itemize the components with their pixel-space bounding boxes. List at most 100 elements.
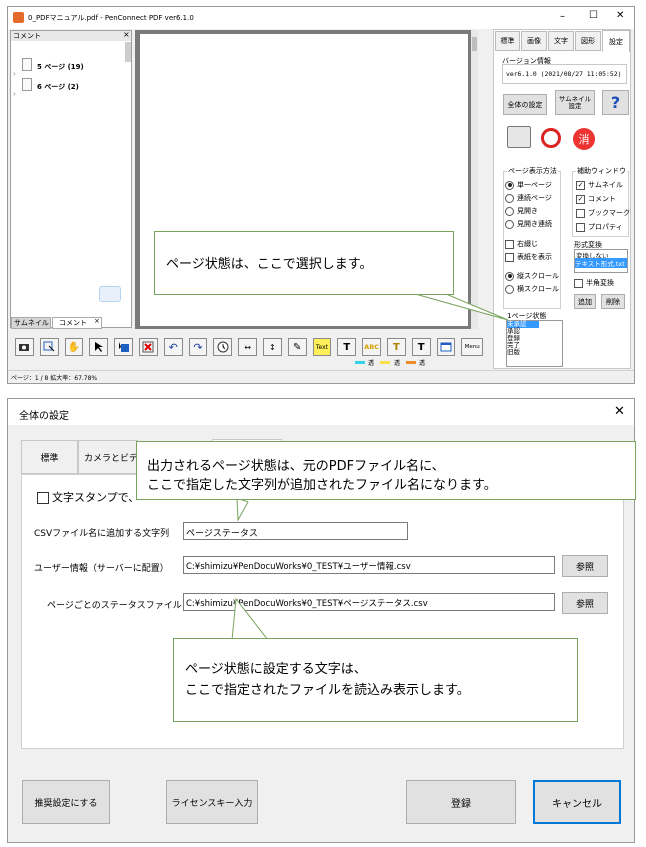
radio-icon <box>505 219 514 229</box>
tab-image[interactable]: 画像 <box>521 31 547 51</box>
csv-suffix-value: ページステータス <box>186 529 258 539</box>
pen-label: 透 <box>394 360 401 367</box>
chat-bubble-icon <box>99 286 121 302</box>
tab-standard[interactable]: 標準 <box>495 31 520 51</box>
stamp-checkbox[interactable]: 文字スタンプで、ー <box>37 489 150 505</box>
help-button[interactable]: ? <box>602 90 629 115</box>
vertical-scrollbar[interactable] <box>471 30 478 329</box>
radio-vertical-scroll[interactable]: 縦スクロール <box>505 271 559 281</box>
checkbox-icon <box>505 252 514 262</box>
status-file-callout-line2: ここで指定されたファイルを読込み表示します。 <box>185 683 470 698</box>
add-button[interactable]: 追加 <box>574 294 596 309</box>
status-file-callout-line1: ページ状態に設定する文字は、 <box>185 662 367 677</box>
check-show-cover[interactable]: 表紙を表示 <box>505 252 552 262</box>
comment-scrollbar[interactable] <box>125 42 131 62</box>
title-bar: 0_PDFマニュアル.pdf - PenConnect PDF ver6.1.0… <box>8 7 634 29</box>
comment-item-label: 5 ページ (19) <box>37 63 84 71</box>
radio-icon <box>505 180 514 190</box>
seal-icon[interactable]: 消 <box>573 128 595 150</box>
check-right-binding[interactable]: 右綴じ <box>505 239 538 249</box>
cancel-button[interactable]: キャンセル <box>533 780 621 824</box>
tab-camera-video[interactable]: カメラとビデオ <box>78 440 138 474</box>
maximize-button[interactable]: ☐ <box>589 10 598 21</box>
csv-suffix-label: CSVファイル名に追加する文字列 <box>34 529 170 539</box>
move-icon[interactable] <box>114 338 133 356</box>
select-area-glyph <box>43 341 55 352</box>
page-display-title: ページ表示方法 <box>507 166 558 176</box>
status-file-value: C:¥shimizu¥PenDocuWorks¥0_TEST¥ページステータス.… <box>186 599 428 609</box>
window-icon[interactable] <box>436 338 456 356</box>
tab-text[interactable]: 文字 <box>548 31 574 51</box>
scroll-thumb[interactable] <box>472 37 477 51</box>
app-icon <box>13 12 24 23</box>
check-thumbnail[interactable]: ✓ サムネイル <box>576 180 623 190</box>
tab-shape[interactable]: 図形 <box>575 31 601 51</box>
text-button[interactable]: Text <box>312 338 332 356</box>
delete-button[interactable]: 削除 <box>601 294 625 309</box>
close-button[interactable]: ✕ <box>616 10 624 21</box>
comment-list-item[interactable]: › 6 ページ (2) <box>13 78 79 100</box>
user-info-value: C:¥shimizu¥PenDocuWorks¥0_TEST¥ユーザー情報.cs… <box>186 562 411 572</box>
delete-icon[interactable] <box>138 338 158 356</box>
highlighter-icon[interactable]: ✎ <box>287 338 307 356</box>
radio-icon <box>505 284 514 294</box>
expand-icon[interactable]: › <box>13 90 16 98</box>
radio-spread-continuous[interactable]: 見開き連続 <box>505 219 552 229</box>
radio-continuous[interactable]: 連続ページ <box>505 193 552 203</box>
printer-icon[interactable] <box>507 126 531 148</box>
thumbnail-settings-button[interactable]: サムネイル 設定 <box>555 90 595 115</box>
checkbox-icon <box>574 278 583 288</box>
redo-icon[interactable]: ↷ <box>188 338 208 356</box>
text-cursor-icon[interactable]: T <box>337 338 357 356</box>
expand-icon[interactable]: › <box>13 70 16 78</box>
radio-icon <box>505 271 514 281</box>
window-title: 0_PDFマニュアル.pdf - PenConnect PDF ver6.1.0 <box>28 14 194 22</box>
format-option-selected[interactable]: テキスト形式.txt <box>575 258 627 268</box>
status-file-browse-button[interactable]: 参照 <box>562 592 608 614</box>
radio-single-page[interactable]: 単一ページ <box>505 180 552 190</box>
tab-standard[interactable]: 標準 <box>21 440 78 474</box>
dialog-close-button[interactable]: ✕ <box>614 404 625 419</box>
check-property[interactable]: プロパティ <box>576 222 623 232</box>
fit-width-icon[interactable]: ↔ <box>238 338 257 356</box>
pointer-icon[interactable] <box>89 338 109 356</box>
tab-close-icon[interactable]: × <box>94 317 100 325</box>
pen-yellow-icon[interactable]: T <box>386 338 406 356</box>
pointer-glyph <box>94 342 103 352</box>
fit-height-icon[interactable]: ↕ <box>262 338 282 356</box>
check-halfwidth[interactable]: 半角変換 <box>574 278 614 288</box>
global-settings-button[interactable]: 全体の設定 <box>503 94 547 115</box>
comment-panel-close[interactable]: × <box>123 30 130 39</box>
checkbox-icon <box>576 208 585 218</box>
checkbox-icon <box>37 492 49 504</box>
menu-button[interactable]: Menu <box>461 338 484 356</box>
stamp-icon[interactable] <box>541 128 561 148</box>
page-icon <box>22 58 32 71</box>
recommended-settings-button[interactable]: 推奨設定にする <box>22 780 110 824</box>
camera-icon[interactable] <box>15 338 34 356</box>
user-info-label: ユーザー情報（サーバーに配置） <box>34 564 169 574</box>
tab-settings[interactable]: 設定 <box>602 30 630 52</box>
user-info-browse-button[interactable]: 参照 <box>562 555 608 577</box>
pen-orange-icon[interactable]: T <box>411 338 431 356</box>
status-file-label: ページごとのステータスファイル <box>47 601 182 611</box>
check-bookmark[interactable]: ブックマーク <box>576 208 630 218</box>
comment-list-item[interactable]: › 5 ページ (19) <box>13 58 84 80</box>
pen-label: 透 <box>419 360 426 367</box>
minimize-button[interactable]: – <box>560 11 565 22</box>
page-state-item[interactable]: 旧版 <box>507 349 520 356</box>
window-glyph <box>440 342 452 352</box>
license-key-button[interactable]: ライセンスキー入力 <box>166 780 258 824</box>
radio-horizontal-scroll[interactable]: 横スクロール <box>505 284 559 294</box>
radio-icon <box>505 193 514 203</box>
radio-spread[interactable]: 見開き <box>505 206 538 216</box>
clock-icon[interactable] <box>213 338 233 356</box>
aux-window-title: 補助ウィンドウ <box>576 166 627 176</box>
check-comment[interactable]: ✓ コメント <box>576 194 616 204</box>
hand-icon[interactable]: ✋ <box>64 338 84 356</box>
select-area-icon[interactable] <box>39 338 59 356</box>
tab-thumbnail[interactable]: サムネイル <box>11 317 51 329</box>
undo-icon[interactable]: ↶ <box>163 338 183 356</box>
abc-button[interactable]: ABC <box>362 338 381 356</box>
register-button[interactable]: 登録 <box>406 780 516 824</box>
